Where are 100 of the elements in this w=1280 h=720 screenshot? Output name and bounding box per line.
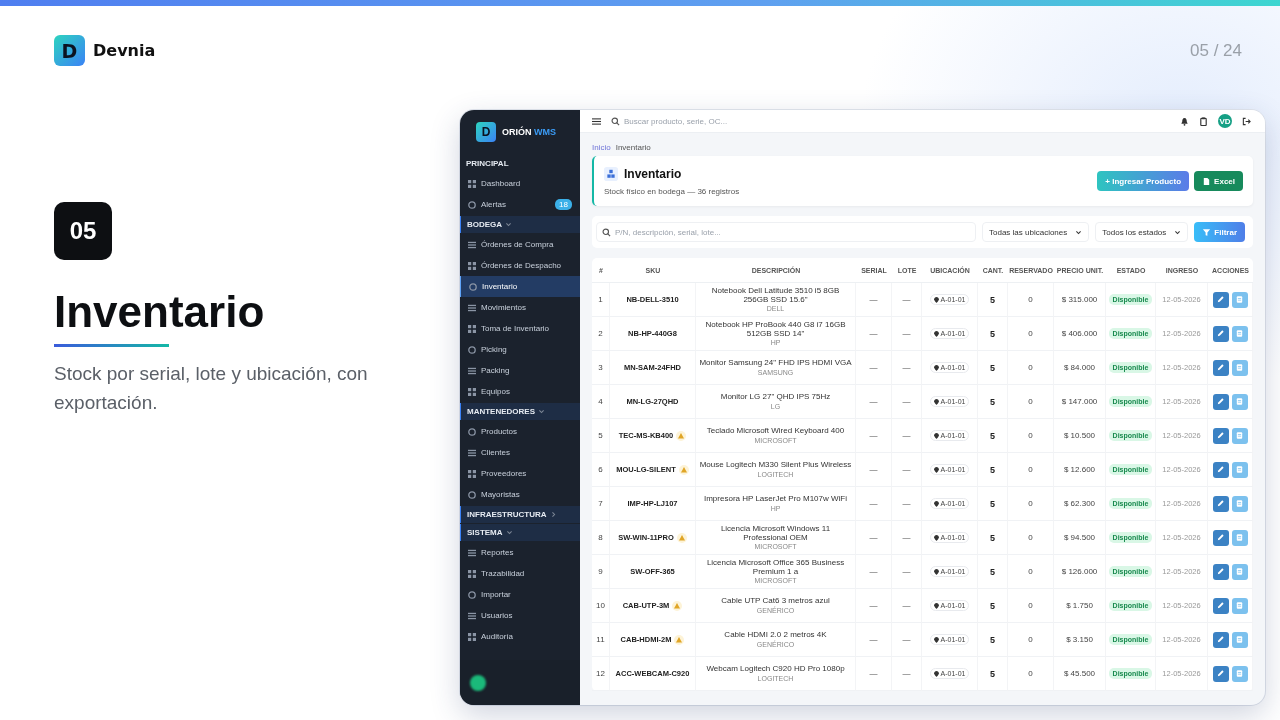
edit-button[interactable] (1212, 597, 1229, 614)
table-cell: — (856, 589, 892, 623)
table-cell: — (892, 317, 922, 351)
sidebar-item[interactable]: Inventario (460, 276, 580, 297)
description-text: Monitor Samsung 24" FHD IPS HDMI VGA (699, 359, 852, 368)
sidebar-item[interactable]: Clientes (460, 442, 580, 463)
document-icon (1235, 397, 1244, 406)
table-cell: 0 (1008, 351, 1054, 385)
document-icon (1235, 601, 1244, 610)
pencil-icon (1216, 635, 1225, 644)
sidebar-item[interactable]: Alertas 18 (460, 194, 580, 215)
description-text: Mouse Logitech M330 Silent Plus Wireless (699, 461, 852, 470)
document-icon (1235, 635, 1244, 644)
grid-icon (468, 632, 476, 641)
clipboard-icon[interactable] (1199, 116, 1208, 126)
table-cell: 5 (592, 419, 610, 453)
section-header[interactable]: INFRAESTRUCTURA (460, 506, 580, 523)
sidebar-item[interactable]: Órdenes de Despacho (460, 255, 580, 276)
quantity-text: 5 (990, 396, 995, 407)
sidebar-item[interactable]: Dashboard (460, 173, 580, 194)
document-icon (1235, 567, 1244, 576)
edit-button[interactable] (1212, 325, 1229, 342)
edit-button[interactable] (1212, 529, 1229, 546)
table-cell: 0 (1008, 657, 1054, 691)
section-header[interactable]: SISTEMA (460, 524, 580, 541)
grid-icon (468, 469, 476, 478)
list-icon (468, 448, 476, 457)
edit-button[interactable] (1212, 563, 1229, 580)
breadcrumb-item: Inventario (615, 142, 651, 152)
section-header[interactable]: MANTENEDORES (460, 403, 580, 420)
edit-button[interactable] (1212, 631, 1229, 648)
table-cell: — (856, 623, 892, 657)
sidebar-item[interactable]: Importar (460, 584, 580, 605)
sidebar-item[interactable]: Productos (460, 421, 580, 442)
sidebar-item[interactable]: Trazabilidad (460, 563, 580, 584)
list-icon (468, 611, 476, 620)
page-title: Inventario (624, 166, 682, 181)
table-cell: 11 (592, 623, 610, 657)
chevron-icon (1174, 228, 1182, 236)
quantity-text: 5 (990, 668, 995, 679)
table-cell: 0 (1008, 283, 1054, 317)
sidebar-item[interactable]: Toma de Inventario (460, 318, 580, 339)
logout-icon[interactable] (1242, 116, 1251, 126)
description-text: Impresora HP LaserJet Pro M107w WiFi (704, 495, 847, 504)
table-cell: 7 (592, 487, 610, 521)
table-cell: — (856, 453, 892, 487)
table-cell: — (892, 487, 922, 521)
edit-button[interactable] (1212, 427, 1229, 444)
sidebar-item[interactable]: Movimientos (460, 297, 580, 318)
sidebar-item[interactable]: Mayoristas (460, 484, 580, 505)
avatar-icon (470, 674, 486, 691)
pin-icon (933, 534, 939, 541)
table-cell: — (892, 623, 922, 657)
document-icon (1235, 669, 1244, 678)
list-icon (468, 240, 476, 249)
pin-icon (933, 330, 939, 337)
list-icon (468, 548, 476, 557)
table-cell: $ 147.000 (1054, 385, 1106, 419)
table-cell: $ 406.000 (1054, 317, 1106, 351)
edit-button[interactable] (1212, 665, 1229, 682)
sidebar-item[interactable]: Órdenes de Compra (460, 234, 580, 255)
table-cell: — (856, 487, 892, 521)
table-cell: $ 315.000 (1054, 283, 1106, 317)
sidebar-item[interactable]: Reportes (460, 542, 580, 563)
sidebar-item[interactable]: Usuarios (460, 605, 580, 626)
sidebar-item[interactable]: Auditoría (460, 626, 580, 647)
page-number: 05 / 24 (1190, 40, 1242, 61)
breadcrumb-item[interactable]: Inicio (592, 142, 611, 152)
pencil-icon (1216, 295, 1225, 304)
table-cell: — (856, 521, 892, 555)
table-cell: $ 3.150 (1054, 623, 1106, 657)
pin-icon (933, 602, 939, 609)
pin-icon (933, 568, 939, 575)
section-header[interactable]: BODEGA (460, 216, 580, 233)
table-cell: $ 84.000 (1054, 351, 1106, 385)
edit-button[interactable] (1212, 393, 1229, 410)
table-cell: — (856, 385, 892, 419)
sidebar-item[interactable]: Equipos (460, 381, 580, 402)
sidebar-item[interactable]: Picking (460, 339, 580, 360)
menu-icon[interactable] (592, 116, 601, 126)
sidebar-item[interactable]: Packing (460, 360, 580, 381)
bell-icon[interactable] (1180, 116, 1189, 126)
count-badge: 18 (555, 199, 572, 210)
quantity-text: 5 (990, 566, 995, 577)
table-cell: 4 (592, 385, 610, 419)
select-dropdown[interactable]: Todos los estados (1095, 222, 1189, 242)
table-cell: 0 (1008, 555, 1054, 589)
edit-button[interactable] (1212, 461, 1229, 478)
table-cell: — (856, 657, 892, 691)
sidebar-item[interactable]: Proveedores (460, 463, 580, 484)
edit-button[interactable] (1212, 495, 1229, 512)
excel-button[interactable]: Excel (1194, 171, 1243, 191)
app-name: ORIÓN WMS (502, 127, 557, 137)
table-cell: — (892, 385, 922, 419)
edit-button[interactable] (1212, 291, 1229, 308)
description-text: Licencia Microsoft Office 365 Business Premium 1 a (705, 558, 846, 577)
quantity-text: 5 (990, 498, 995, 509)
circle-icon (468, 490, 476, 499)
select-dropdown[interactable]: Todas las ubicaciones (982, 222, 1090, 242)
edit-button[interactable] (1212, 359, 1229, 376)
